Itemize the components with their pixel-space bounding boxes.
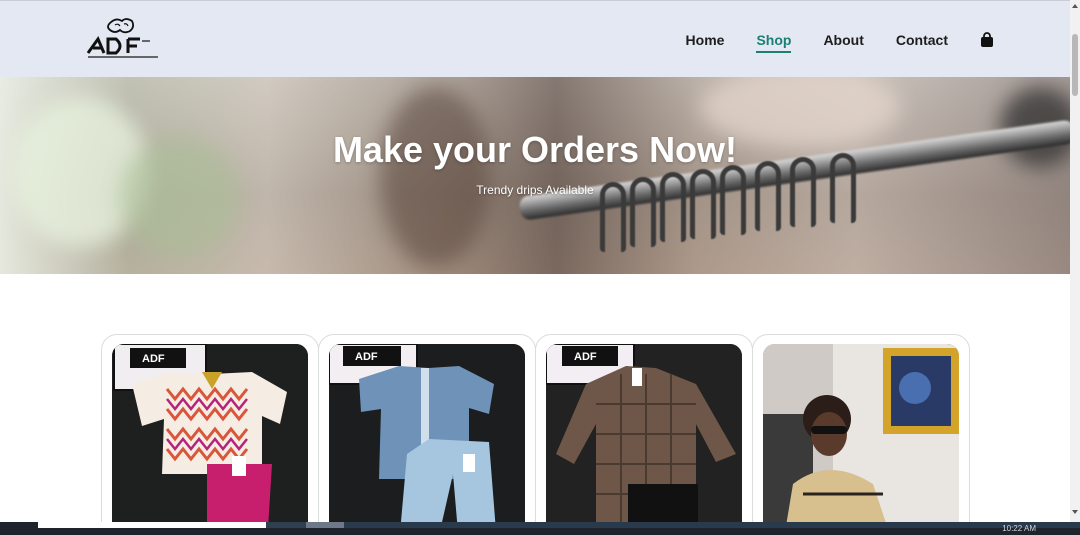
product-card[interactable]: ADF bbox=[101, 334, 319, 535]
taskbar-search-box[interactable] bbox=[38, 522, 266, 528]
hero-title: Make your Orders Now! bbox=[332, 129, 738, 170]
product-image[interactable]: ADF bbox=[329, 344, 525, 535]
product-grid: ADF ADF ADF bbox=[101, 334, 970, 535]
product-card[interactable]: ADF bbox=[535, 334, 753, 535]
nav-contact[interactable]: Contact bbox=[896, 31, 948, 49]
svg-text:ADF: ADF bbox=[142, 353, 165, 365]
brand-logo[interactable] bbox=[84, 17, 162, 61]
hanger bbox=[690, 169, 716, 239]
product-image[interactable]: ADF bbox=[112, 344, 308, 535]
scroll-up-icon[interactable] bbox=[1071, 2, 1079, 10]
os-taskbar: 10:22 AM bbox=[0, 522, 1080, 535]
shopping-bag-icon[interactable] bbox=[980, 32, 994, 48]
product-image[interactable] bbox=[763, 344, 959, 535]
scrollbar-thumb[interactable] bbox=[1072, 34, 1078, 96]
product-card[interactable] bbox=[752, 334, 970, 535]
main-nav: Home Shop About Contact bbox=[686, 31, 994, 53]
nav-home[interactable]: Home bbox=[686, 31, 725, 49]
nav-shop[interactable]: Shop bbox=[756, 31, 792, 53]
page-scrollbar[interactable] bbox=[1070, 0, 1080, 522]
product-image[interactable]: ADF bbox=[546, 344, 742, 535]
hanger bbox=[720, 165, 746, 235]
taskbar-app[interactable] bbox=[266, 522, 306, 528]
svg-text:ADF: ADF bbox=[355, 351, 378, 363]
nav-about[interactable]: About bbox=[823, 31, 863, 49]
hero-subtitle: Trendy drips Available bbox=[476, 183, 594, 197]
taskbar-strip bbox=[344, 522, 1080, 528]
site-header: Home Shop About Contact bbox=[0, 0, 1070, 77]
product-card[interactable]: ADF bbox=[318, 334, 536, 535]
taskbar-clock[interactable]: 10:22 AM bbox=[1002, 524, 1036, 533]
taskbar-app[interactable] bbox=[306, 522, 344, 528]
svg-text:ADF: ADF bbox=[574, 351, 597, 363]
hero-blur-dark bbox=[380, 87, 490, 267]
scroll-down-icon[interactable] bbox=[1071, 508, 1079, 516]
page: Home Shop About Contact Make your Orders… bbox=[0, 0, 1070, 535]
hero-banner: Make your Orders Now! Trendy drips Avail… bbox=[0, 77, 1070, 274]
